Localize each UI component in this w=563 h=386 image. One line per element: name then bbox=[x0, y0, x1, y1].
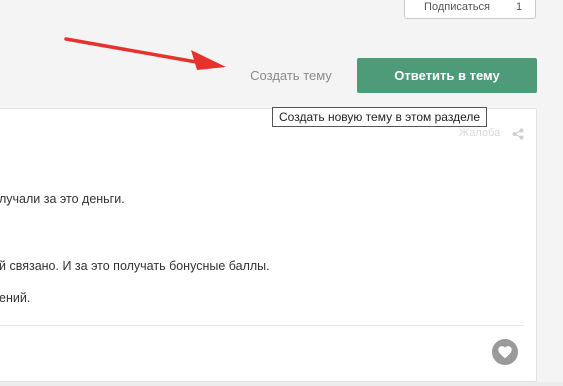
post-text-line: ений. bbox=[0, 291, 31, 305]
create-topic-button[interactable]: Создать тему bbox=[238, 58, 344, 92]
red-arrow-annotation bbox=[64, 37, 226, 70]
post-text-line: й связано. И за это получать бонусные ба… bbox=[0, 259, 270, 273]
subscribe-button[interactable]: Подписаться 1 bbox=[404, 0, 536, 19]
post-text-line: лучали за это деньги. bbox=[0, 192, 125, 206]
post-meta[interactable]: Жалоба bbox=[459, 127, 500, 139]
create-topic-tooltip: Создать новую тему в этом разделе bbox=[272, 107, 488, 127]
subscribe-count: 1 bbox=[515, 0, 523, 13]
subscribe-label: Подписаться bbox=[424, 0, 490, 13]
share-icon[interactable] bbox=[512, 128, 524, 140]
heart-icon bbox=[498, 346, 512, 359]
post-card: Жалоба лучали за это деньги. й связано. … bbox=[0, 108, 537, 382]
post-divider bbox=[0, 325, 524, 326]
page-bottom-edge bbox=[0, 382, 563, 386]
like-button[interactable] bbox=[492, 339, 518, 365]
reply-button[interactable]: Ответить в тему bbox=[357, 58, 537, 93]
